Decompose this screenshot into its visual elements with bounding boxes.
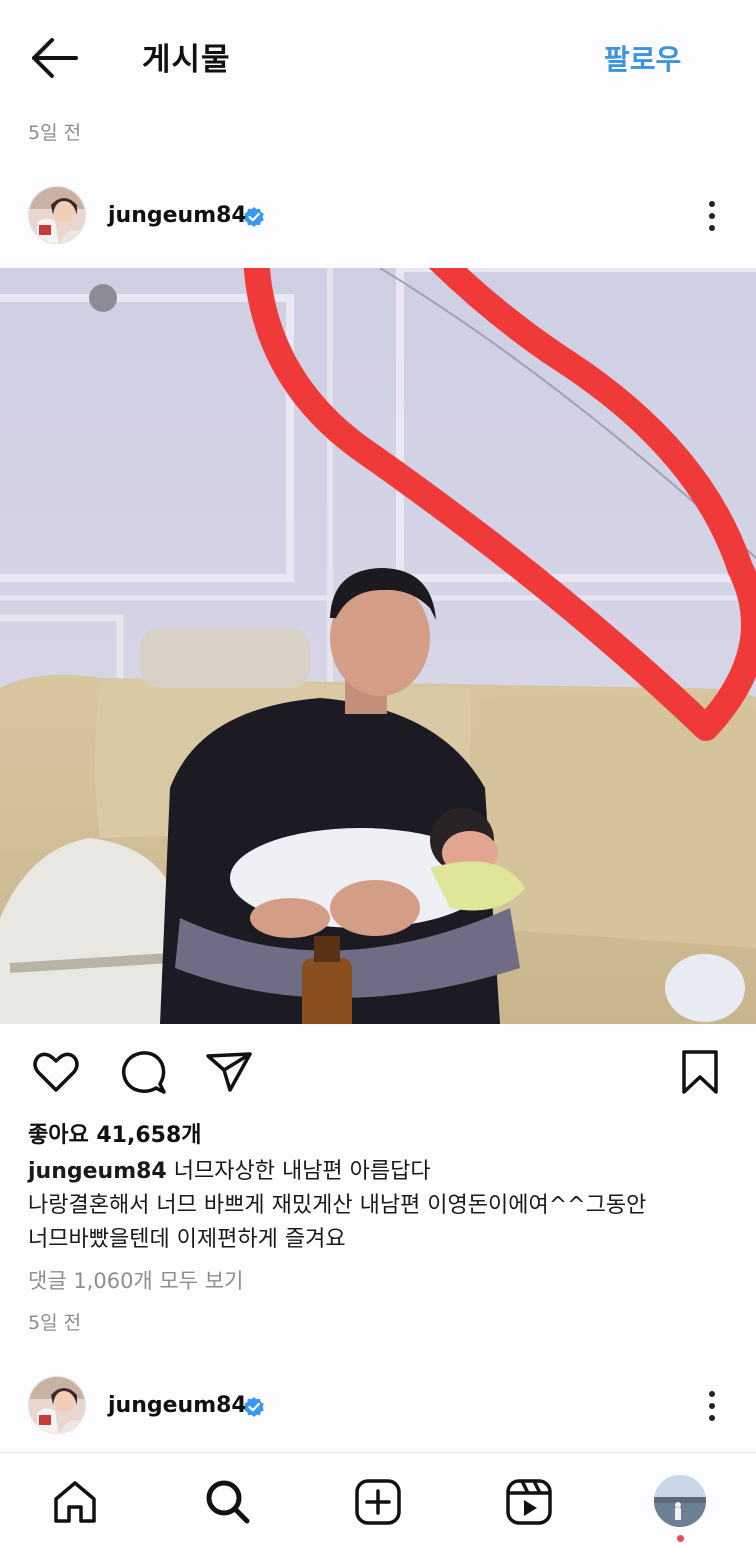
next-post-username[interactable]: jungeum84	[108, 1393, 247, 1418]
avatar-image	[29, 1377, 85, 1433]
post-caption: jungeum84 너므자상한 내남편 아름답다 나랑결혼해서 너므 바쁘게 재…	[28, 1155, 728, 1257]
caption-line-1: 너므자상한 내남편 아름답다	[173, 1159, 431, 1184]
notification-dot	[677, 1535, 684, 1542]
comment-button[interactable]	[118, 1046, 170, 1098]
send-icon	[206, 1052, 252, 1092]
more-options-button[interactable]	[700, 196, 724, 236]
arrow-left-icon	[32, 38, 78, 78]
follow-button[interactable]: 팔로우	[604, 38, 681, 78]
bookmark-icon	[682, 1050, 718, 1094]
page-title: 게시물	[142, 42, 231, 78]
reels-icon	[506, 1479, 552, 1525]
caption-line-3: 너므바빴을텐데 이제편하게 즐겨요	[28, 1227, 346, 1252]
bottom-navigation	[0, 1452, 756, 1547]
share-button[interactable]	[204, 1046, 256, 1098]
save-button[interactable]	[674, 1046, 726, 1098]
nav-home-button[interactable]	[50, 1477, 100, 1527]
like-button[interactable]	[30, 1046, 82, 1098]
comment-icon	[121, 1051, 166, 1094]
avatar[interactable]	[28, 1376, 86, 1434]
search-icon	[206, 1480, 250, 1524]
post-actions	[0, 1040, 756, 1104]
home-icon	[54, 1481, 96, 1523]
more-vertical-icon	[709, 1391, 715, 1421]
view-all-comments-link[interactable]: 댓글 1,060개 모두 보기	[28, 1265, 243, 1295]
post-header: jungeum84	[0, 180, 756, 256]
post-username[interactable]: jungeum84	[108, 203, 247, 228]
caption-line-2: 나랑결혼해서 너므 바쁘게 재밌게산 내남편 이영돈이에여^^그동안	[28, 1193, 647, 1218]
likes-count[interactable]: 좋아요 41,658개	[28, 1117, 202, 1149]
post-timestamp-top: 5일 전	[28, 122, 82, 144]
verified-badge-icon	[244, 1397, 264, 1417]
heart-icon	[33, 1052, 79, 1092]
plus-square-icon	[355, 1479, 401, 1525]
caption-username[interactable]: jungeum84	[28, 1159, 167, 1184]
profile-avatar-image	[654, 1475, 706, 1527]
next-post-header: jungeum84	[0, 1370, 756, 1446]
post-image[interactable]	[0, 268, 756, 1024]
avatar-image	[29, 187, 85, 243]
back-button[interactable]	[28, 34, 84, 82]
verified-badge-icon	[244, 207, 264, 227]
avatar[interactable]	[28, 186, 86, 244]
post-timestamp: 5일 전	[28, 1312, 82, 1334]
nav-search-button[interactable]	[202, 1477, 252, 1527]
top-bar: 게시물 팔로우	[0, 0, 756, 110]
nav-create-button[interactable]	[353, 1477, 403, 1527]
nav-reels-button[interactable]	[504, 1477, 554, 1527]
nav-profile-avatar[interactable]	[654, 1475, 706, 1527]
post-photo-illustration	[0, 268, 756, 1024]
more-vertical-icon	[709, 201, 715, 231]
more-options-button[interactable]	[700, 1386, 724, 1426]
